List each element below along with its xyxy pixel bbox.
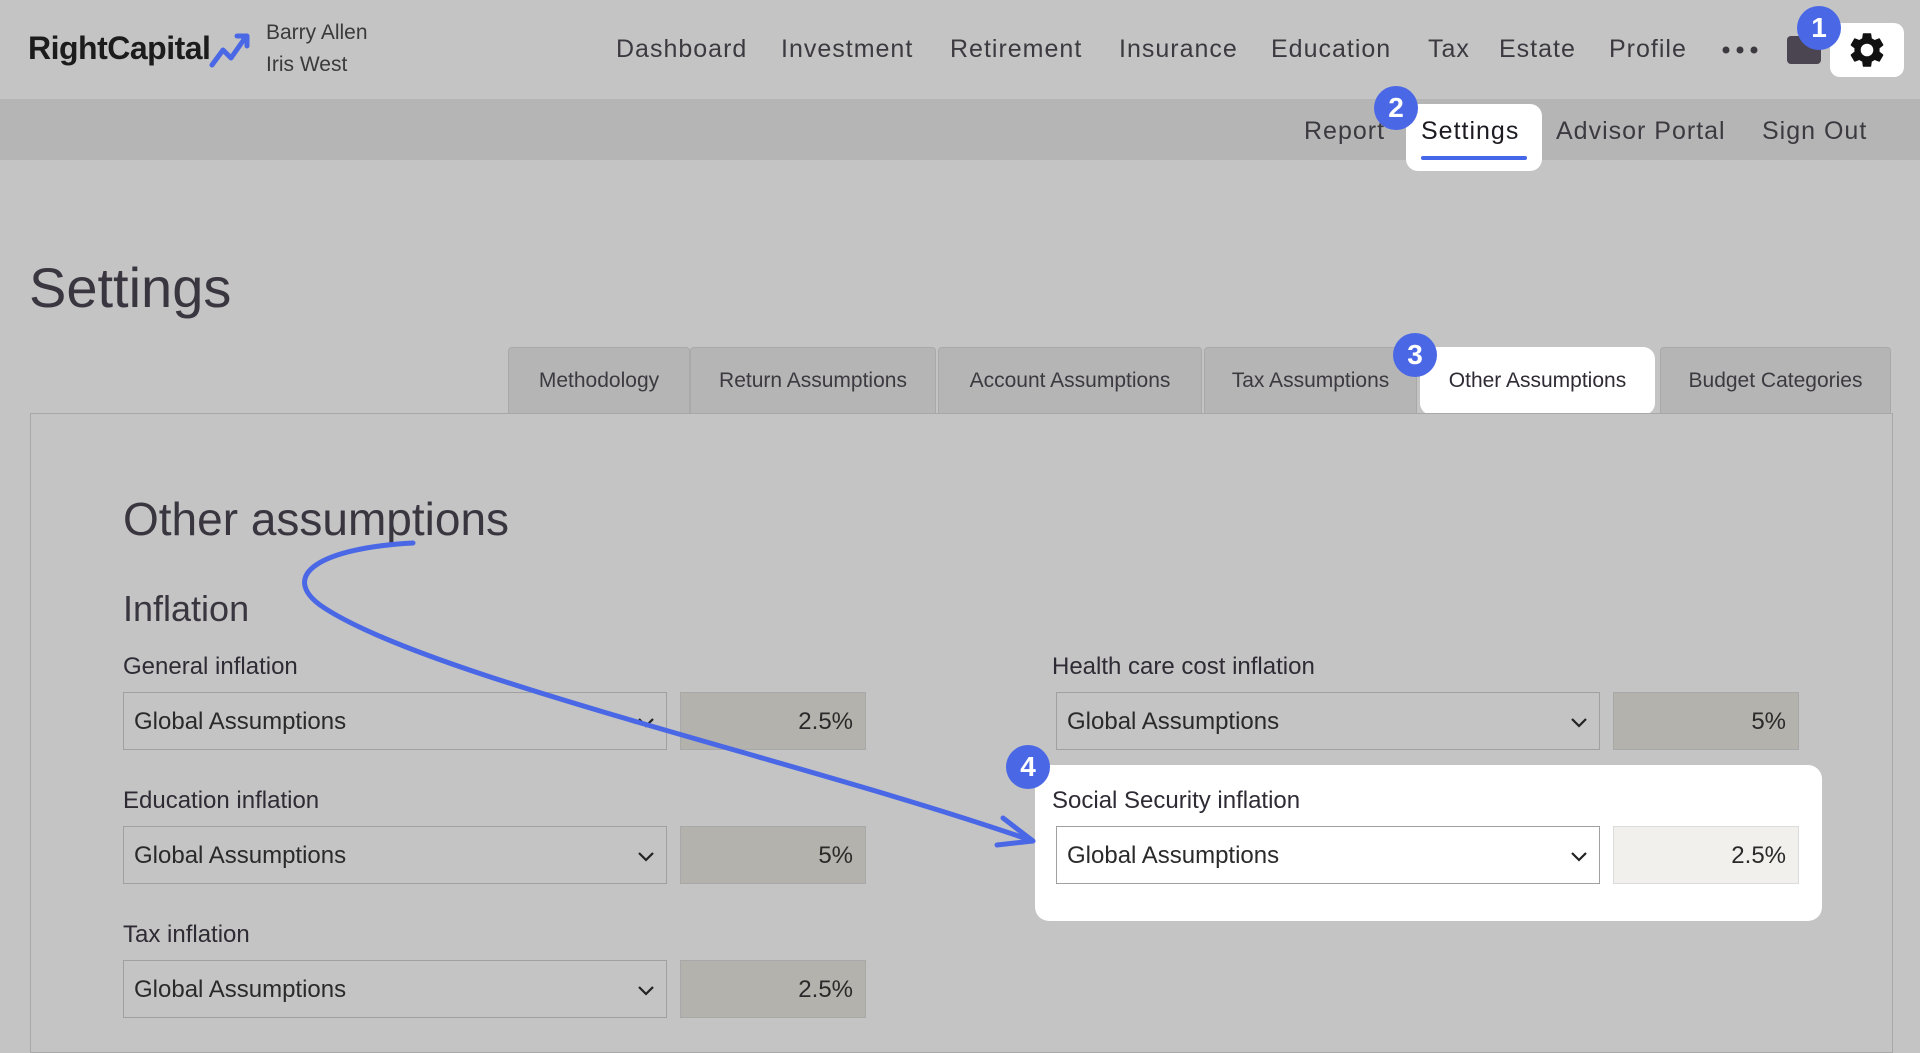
- tab-other-assumptions[interactable]: Other Assumptions: [1420, 347, 1655, 415]
- value-text: 2.5%: [1731, 842, 1786, 869]
- select-value: Global Assumptions: [134, 976, 347, 1003]
- client-name-primary: Barry Allen: [266, 21, 368, 44]
- social-security-inflation-label: Social Security inflation: [1052, 787, 1301, 814]
- logo-arrow-icon: [209, 33, 250, 68]
- subnav-settings[interactable]: Settings: [1421, 117, 1519, 146]
- tab-budget-categories[interactable]: Budget Categories: [1660, 347, 1891, 413]
- step-badge-1: 1: [1797, 6, 1841, 50]
- brand-logo[interactable]: RightCapital: [28, 30, 211, 67]
- health-care-inflation-value[interactable]: 5%: [1613, 692, 1799, 750]
- ellipsis-icon[interactable]: [1722, 46, 1758, 54]
- tax-inflation-label: Tax inflation: [123, 921, 250, 948]
- nav-estate[interactable]: Estate: [1499, 35, 1576, 64]
- tab-tax-assumptions[interactable]: Tax Assumptions: [1204, 347, 1417, 413]
- health-care-inflation-select[interactable]: Global Assumptions: [1056, 692, 1600, 750]
- social-security-inflation-value[interactable]: 2.5%: [1613, 826, 1799, 884]
- gear-icon[interactable]: [1846, 29, 1888, 71]
- chevron-down-icon: [638, 718, 654, 728]
- client-name-spouse: Iris West: [266, 53, 348, 76]
- education-inflation-value[interactable]: 5%: [680, 826, 866, 884]
- value-text: 5%: [1751, 708, 1786, 735]
- tab-methodology[interactable]: Methodology: [508, 347, 690, 413]
- education-inflation-label: Education inflation: [123, 787, 320, 814]
- select-value: Global Assumptions: [1067, 708, 1280, 735]
- inflation-subheading: Inflation: [123, 588, 250, 629]
- nav-education[interactable]: Education: [1271, 35, 1391, 64]
- tax-inflation-select[interactable]: Global Assumptions: [123, 960, 667, 1018]
- chevron-down-icon: [638, 986, 654, 996]
- subnav-sign-out[interactable]: Sign Out: [1762, 117, 1867, 146]
- value-text: 5%: [818, 842, 853, 869]
- nav-tax[interactable]: Tax: [1428, 35, 1470, 64]
- page-title: Settings: [29, 256, 232, 319]
- tab-account-assumptions[interactable]: Account Assumptions: [938, 347, 1202, 413]
- tax-inflation-value[interactable]: 2.5%: [680, 960, 866, 1018]
- nav-dashboard[interactable]: Dashboard: [616, 35, 747, 64]
- nav-investment[interactable]: Investment: [781, 35, 913, 64]
- health-care-inflation-label: Health care cost inflation: [1052, 653, 1315, 680]
- value-text: 2.5%: [798, 976, 853, 1003]
- general-inflation-label: General inflation: [123, 653, 298, 680]
- step-badge-3: 3: [1393, 333, 1437, 377]
- social-security-inflation-select[interactable]: Global Assumptions: [1056, 826, 1600, 884]
- select-value: Global Assumptions: [134, 842, 347, 869]
- nav-insurance[interactable]: Insurance: [1119, 35, 1238, 64]
- chevron-down-icon: [1571, 852, 1587, 862]
- value-text: 2.5%: [798, 708, 853, 735]
- section-heading: Other assumptions: [123, 493, 510, 545]
- tab-return-assumptions[interactable]: Return Assumptions: [690, 347, 936, 413]
- general-inflation-select[interactable]: Global Assumptions: [123, 692, 667, 750]
- general-inflation-value[interactable]: 2.5%: [680, 692, 866, 750]
- active-tab-underline: [1421, 156, 1527, 160]
- nav-retirement[interactable]: Retirement: [950, 35, 1082, 64]
- nav-profile[interactable]: Profile: [1609, 35, 1687, 64]
- step-badge-2: 2: [1374, 86, 1418, 130]
- subnav-advisor-portal[interactable]: Advisor Portal: [1556, 117, 1726, 146]
- education-inflation-select[interactable]: Global Assumptions: [123, 826, 667, 884]
- step-badge-4: 4: [1006, 745, 1050, 789]
- subnav-report[interactable]: Report: [1304, 117, 1385, 146]
- select-value: Global Assumptions: [134, 708, 347, 735]
- chevron-down-icon: [638, 852, 654, 862]
- select-value: Global Assumptions: [1067, 842, 1280, 869]
- chevron-down-icon: [1571, 718, 1587, 728]
